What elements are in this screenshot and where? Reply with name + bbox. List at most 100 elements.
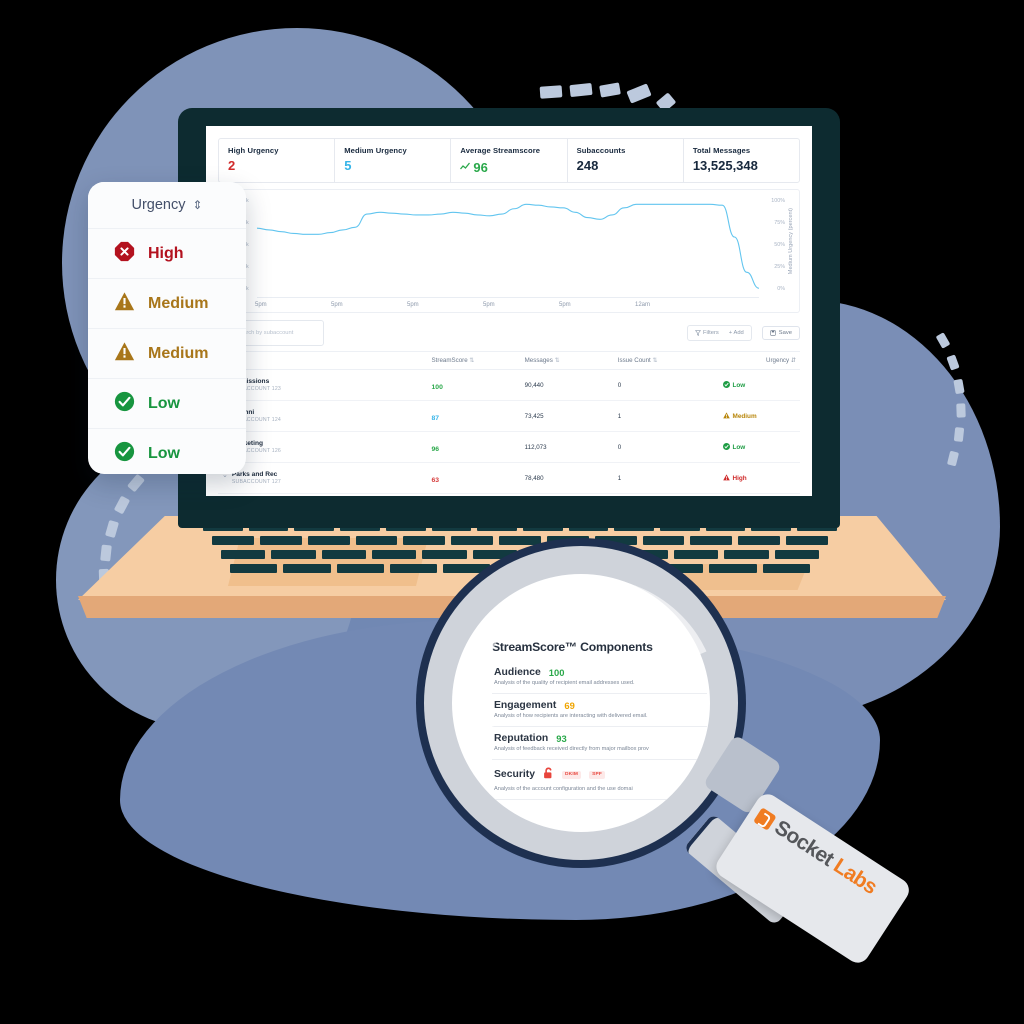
timeseries-chart: Sent (count) Medium Urgency (percent) 0k… xyxy=(218,189,800,313)
cell-urgency: Low xyxy=(718,369,800,401)
cell-name[interactable]: ⌄AdmissionsSUBACCOUNT 123 xyxy=(218,369,428,401)
table-row[interactable]: ⌄AdmissionsSUBACCOUNT 123100 90,4400Low xyxy=(218,369,800,401)
magnifier-lens: StreamScore™ Components Audience 100 Analy… xyxy=(452,574,710,832)
sort-icon[interactable]: ⇅ xyxy=(469,357,474,364)
kpi-value-wrap: 96 xyxy=(460,158,557,175)
add-filter-button[interactable]: + Add xyxy=(729,330,744,336)
kpi-label: Medium Urgency xyxy=(344,146,407,155)
chart-x-tick: 5pm xyxy=(559,302,571,308)
kpi-high-urgency[interactable]: High Urgency 2 xyxy=(219,139,336,182)
cell-name[interactable]: ⌄ Parks and Rec SUBACCOUNT 127 xyxy=(218,462,428,494)
urgency-row[interactable]: Medium xyxy=(88,329,246,379)
sort-icon[interactable]: ⇅ xyxy=(653,357,658,364)
urgency-card-header[interactable]: Urgency ⇕ xyxy=(88,182,246,229)
chart-y2-tick: 75% xyxy=(774,220,785,226)
table-row[interactable]: ⌄MarketingSUBACCOUNT 12696 112,0730Low xyxy=(218,431,800,463)
illustration-canvas: High Urgency 2 Medium Urgency 5 Average … xyxy=(0,0,1024,1024)
streamscore-component[interactable]: Reputation 93 Analysis of feedback receive… xyxy=(492,727,707,760)
urgency-status-icon xyxy=(722,380,730,390)
component-description: Analysis of the account configuration an… xyxy=(494,785,633,792)
magnifier: StreamScore™ Components Audience 100 Analy… xyxy=(416,538,805,926)
kpi-label: Average Streamscore xyxy=(460,146,541,155)
table-body: ⌄AdmissionsSUBACCOUNT 12310090,4400Low⌄A… xyxy=(218,369,800,494)
kpi-subaccounts[interactable]: Subaccounts 248 xyxy=(568,139,684,182)
component-header: Security DKIM SPF xyxy=(494,766,705,784)
urgency-row[interactable]: Low xyxy=(88,379,246,429)
chart-axis-line xyxy=(257,297,759,298)
cell-urgency: Low xyxy=(718,431,800,463)
component-score: 93 xyxy=(556,732,567,744)
urgency-badge: Low xyxy=(722,442,797,452)
cell-name[interactable]: ⌄MarketingSUBACCOUNT 126 xyxy=(218,431,428,463)
column-header-issue-count[interactable]: Issue Count ⇅ xyxy=(613,351,719,370)
cell-streamscore: 100 xyxy=(427,369,521,401)
urgency-status-icon xyxy=(722,411,730,421)
streamscore-component[interactable]: Security DKIM SPF Analysis of the account c… xyxy=(492,760,707,800)
keyboard-key xyxy=(774,550,819,559)
cell-messages: 73,425 xyxy=(520,400,614,432)
save-label: Save xyxy=(778,330,792,336)
cell-issue-count: 0 xyxy=(613,431,719,463)
table-toolbar: Search by subaccount Filters + Add Save xyxy=(218,320,800,346)
urgency-label: Medium xyxy=(148,344,209,362)
warning-triangle-icon xyxy=(114,341,135,367)
streamscore-value: 100 xyxy=(431,384,443,391)
usb-body xyxy=(711,789,914,968)
component-score: 69 xyxy=(564,699,575,711)
chart-y2-tick: 25% xyxy=(774,264,785,270)
kpi-total-messages[interactable]: Total Messages 13,525,348 xyxy=(684,139,799,182)
filters-label: Filters xyxy=(703,330,719,336)
subaccount-id: SUBACCOUNT 127 xyxy=(231,479,281,485)
keyboard-key xyxy=(221,550,266,559)
table-row[interactable]: ⌄AlumniSUBACCOUNT 12487 73,4251Medium xyxy=(218,400,800,432)
urgency-row[interactable]: High xyxy=(88,229,246,279)
component-name: Audience xyxy=(494,667,541,678)
column-header-urgency[interactable]: Urgency ⇵ xyxy=(718,351,800,370)
kpi-label: High Urgency xyxy=(228,146,279,155)
streamscore-title: StreamScore™ Components xyxy=(492,640,653,654)
dashboard: High Urgency 2 Medium Urgency 5 Average … xyxy=(206,126,812,496)
save-button[interactable]: Save xyxy=(761,326,800,340)
component-description: Analysis of feedback received directly f… xyxy=(494,745,649,752)
component-score: 100 xyxy=(548,667,565,678)
chart-x-tick: 5pm xyxy=(407,302,419,308)
urgency-badge: Low xyxy=(722,380,797,390)
chart-x-tick: 5pm xyxy=(331,302,343,308)
keyboard-key xyxy=(307,536,350,545)
urgency-row[interactable]: Low xyxy=(88,429,246,474)
streamscore-value: 96 xyxy=(431,446,440,453)
component-header: Audience 100 xyxy=(494,667,705,678)
urgency-row[interactable]: Medium xyxy=(88,279,246,329)
column-header-name[interactable]: Name ⇅ xyxy=(218,351,428,370)
sort-updown-icon[interactable]: ⇕ xyxy=(192,198,202,212)
keyboard-key xyxy=(259,536,302,545)
chart-x-tick: 12am xyxy=(635,302,651,308)
streamscore-value: 63 xyxy=(431,477,440,484)
kpi-value: 96 xyxy=(473,160,488,175)
sort-desc-icon[interactable]: ⇵ xyxy=(791,357,796,364)
cell-issue-count: 1 xyxy=(613,462,719,494)
filters-button[interactable]: Filters xyxy=(695,330,719,336)
security-badge: SPF xyxy=(589,770,606,779)
streamscore-panel: StreamScore™ Components Audience 100 Analy… xyxy=(492,640,707,800)
keyboard-key xyxy=(371,550,417,559)
streamscore-component[interactable]: Audience 100 Analysis of the quality of re… xyxy=(492,661,707,694)
kpi-medium-urgency[interactable]: Medium Urgency 5 xyxy=(335,139,452,182)
column-header-streamscore[interactable]: StreamScore ⇅ xyxy=(427,351,521,370)
chart-y2-tick: 0% xyxy=(777,286,785,292)
unlock-icon xyxy=(543,766,554,784)
table-header-row: Name ⇅ StreamScore ⇅ Messages ⇅ Iss xyxy=(218,351,800,370)
sort-icon[interactable]: ⇅ xyxy=(555,357,560,364)
cell-urgency: High xyxy=(718,462,800,494)
keyboard-key xyxy=(271,550,316,559)
urgency-badge: High xyxy=(722,473,797,483)
streamscore-component[interactable]: Engagement 69 Analysis of how recipients a… xyxy=(492,694,707,727)
kpi-average-streamscore[interactable]: Average Streamscore 96 xyxy=(451,139,568,182)
column-header-messages[interactable]: Messages ⇅ xyxy=(520,351,614,370)
keyboard-key xyxy=(336,564,384,573)
cell-name[interactable]: ⌄AlumniSUBACCOUNT 124 xyxy=(218,400,428,432)
urgency-label: Medium xyxy=(148,294,209,312)
warning-triangle-icon xyxy=(114,291,135,317)
table-row[interactable]: ⌄ Parks and Rec SUBACCOUNT 127 63 78,480 1 Hig… xyxy=(218,462,800,494)
trend-up-icon xyxy=(460,158,471,170)
